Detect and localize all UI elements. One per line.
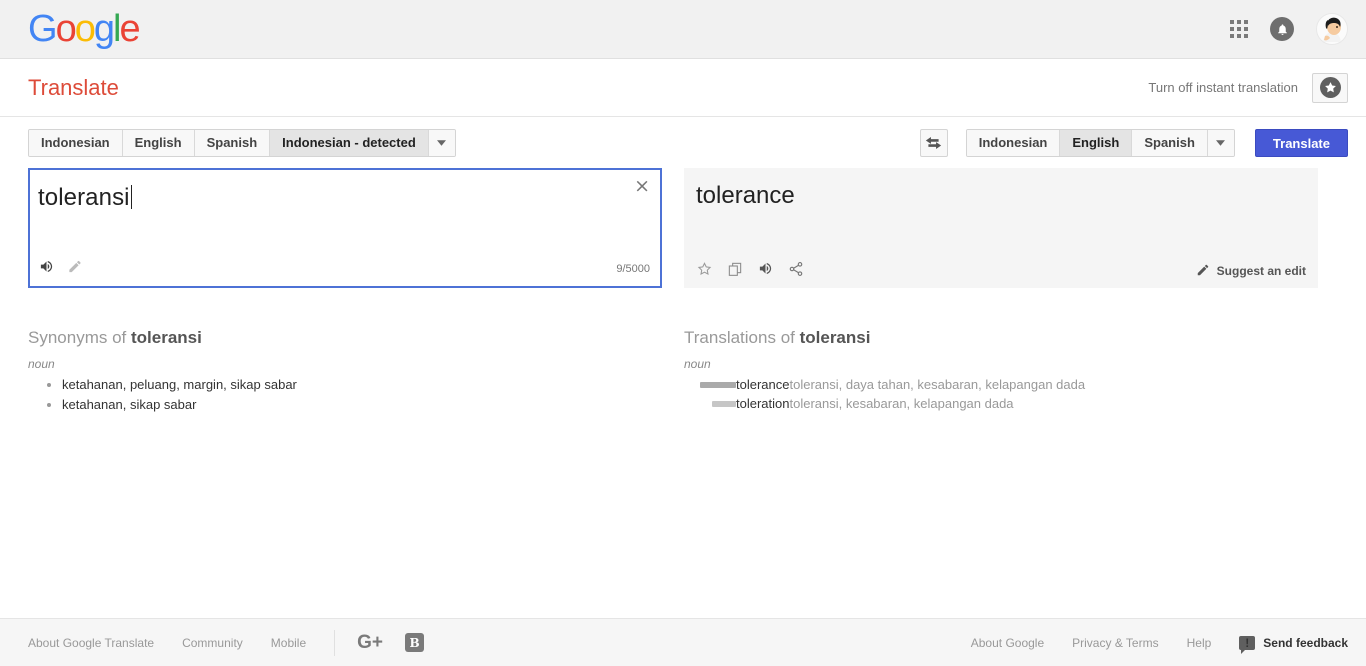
table-row[interactable]: tolerance toleransi, daya tahan, kesabar… <box>692 375 1085 394</box>
logo-letter-o1: o <box>56 10 75 48</box>
logo-letter-g: G <box>28 10 56 48</box>
footer-right-links: About Google Privacy & Terms Help ! Send… <box>971 636 1348 650</box>
swap-languages-icon <box>925 136 942 150</box>
user-avatar[interactable] <box>1316 13 1348 45</box>
speaker-icon[interactable] <box>757 261 774 281</box>
page-header: Translate Turn off instant translation <box>0 59 1366 117</box>
header-actions: Turn off instant translation <box>1148 73 1348 103</box>
translations-title-word: toleransi <box>800 328 871 347</box>
translations-part-of-speech: noun <box>684 357 1318 371</box>
share-icon[interactable] <box>788 261 804 282</box>
result-text-value: tolerance <box>684 168 1318 209</box>
top-bar: Google <box>0 0 1366 59</box>
translations-title-prefix: Translations of <box>684 328 800 347</box>
target-lang-spanish[interactable]: Spanish <box>1132 130 1208 156</box>
star-badge-icon <box>1320 77 1341 98</box>
source-lang-spanish[interactable]: Spanish <box>195 130 271 156</box>
star-badge-button[interactable] <box>1312 73 1348 103</box>
send-feedback-label: Send feedback <box>1263 636 1348 650</box>
target-lang-chevron-down-icon[interactable] <box>1208 130 1234 156</box>
frequency-bar-cell <box>692 394 736 413</box>
source-lang-chevron-down-icon[interactable] <box>429 130 455 156</box>
result-text-panel: tolerance <box>684 168 1318 288</box>
translation-word: toleration <box>736 394 789 413</box>
speaker-icon[interactable] <box>38 259 55 279</box>
page-footer: About Google Translate Community Mobile … <box>0 618 1366 666</box>
translation-meanings: toleransi, daya tahan, kesabaran, kelapa… <box>789 375 1085 394</box>
synonyms-list: ketahanan, peluang, margin, sikap sabar … <box>28 375 662 414</box>
footer-divider <box>334 630 335 656</box>
synonyms-title-word: toleransi <box>131 328 202 347</box>
translations-title: Translations of toleransi <box>684 328 1318 348</box>
frequency-bar <box>712 401 736 407</box>
suggest-edit-label: Suggest an edit <box>1217 264 1306 278</box>
instant-translation-label[interactable]: Turn off instant translation <box>1148 80 1298 95</box>
language-selector-row: Indonesian English Spanish Indonesian - … <box>0 117 1366 168</box>
source-lang-english[interactable]: English <box>123 130 195 156</box>
result-panel-icons <box>696 261 804 282</box>
logo-letter-o2: o <box>75 10 94 48</box>
swap-languages-button[interactable] <box>920 129 948 157</box>
copy-icon[interactable] <box>727 261 743 282</box>
table-row[interactable]: toleration toleransi, kesabaran, kelapan… <box>692 394 1085 413</box>
translation-panels: toleransi × 9/5000 tole <box>0 168 1366 288</box>
synonyms-part-of-speech: noun <box>28 357 662 371</box>
synonyms-title: Synonyms of toleransi <box>28 328 662 348</box>
text-cursor <box>131 185 132 209</box>
apps-grid-icon[interactable] <box>1230 20 1248 38</box>
blogger-icon[interactable]: B <box>405 633 424 652</box>
clear-source-button[interactable]: × <box>634 177 650 196</box>
source-text-panel[interactable]: toleransi × 9/5000 <box>28 168 662 288</box>
footer-link-help[interactable]: Help <box>1187 636 1212 650</box>
source-panel-icons <box>38 259 83 279</box>
source-lang-indonesian[interactable]: Indonesian <box>29 130 123 156</box>
source-lang-detected[interactable]: Indonesian - detected <box>270 130 429 156</box>
source-language-group: Indonesian English Spanish Indonesian - … <box>28 129 456 157</box>
footer-link-mobile[interactable]: Mobile <box>271 636 306 650</box>
target-lang-indonesian[interactable]: Indonesian <box>967 130 1061 156</box>
source-text-area[interactable]: toleransi <box>30 170 660 211</box>
send-feedback-button[interactable]: ! Send feedback <box>1239 636 1348 650</box>
list-item: ketahanan, peluang, margin, sikap sabar <box>62 375 662 395</box>
list-item: ketahanan, sikap sabar <box>62 395 662 415</box>
top-bar-actions <box>1230 13 1348 45</box>
translation-word: tolerance <box>736 375 789 394</box>
logo-letter-e: e <box>119 10 138 48</box>
footer-link-about-google-translate[interactable]: About Google Translate <box>28 636 154 650</box>
star-outline-icon[interactable] <box>696 261 713 282</box>
translation-meanings: toleransi, kesabaran, kelapangan dada <box>789 394 1085 413</box>
footer-link-community[interactable]: Community <box>182 636 243 650</box>
google-plus-icon[interactable]: G+ <box>357 633 383 652</box>
notification-bell-icon[interactable] <box>1270 17 1294 41</box>
footer-link-privacy-terms[interactable]: Privacy & Terms <box>1072 636 1158 650</box>
pencil-icon[interactable] <box>67 259 83 279</box>
page-title[interactable]: Translate <box>28 75 119 101</box>
translate-button[interactable]: Translate <box>1255 129 1348 157</box>
result-panel-footer: Suggest an edit <box>684 254 1318 288</box>
frequency-bar <box>700 382 736 388</box>
suggest-edit-button[interactable]: Suggest an edit <box>1196 263 1306 280</box>
translations-table: tolerance toleransi, daya tahan, kesabar… <box>692 375 1085 413</box>
target-lang-english[interactable]: English <box>1060 130 1132 156</box>
details-section: Synonyms of toleransi noun ketahanan, pe… <box>0 288 1366 414</box>
frequency-bar-cell <box>692 375 736 394</box>
logo-letter-g2: g <box>94 10 113 48</box>
footer-link-about-google[interactable]: About Google <box>971 636 1044 650</box>
footer-social-links: G+ B <box>357 633 424 652</box>
pencil-icon <box>1196 263 1210 280</box>
source-text-value: toleransi <box>38 184 130 211</box>
google-logo[interactable]: Google <box>28 10 139 48</box>
character-count: 9/5000 <box>616 263 650 275</box>
synonyms-title-prefix: Synonyms of <box>28 328 131 347</box>
source-panel-footer: 9/5000 <box>30 252 660 286</box>
translations-column: Translations of toleransi noun tolerance… <box>684 328 1318 413</box>
synonyms-column: Synonyms of toleransi noun ketahanan, pe… <box>28 328 662 414</box>
target-language-group: Indonesian English Spanish <box>966 129 1235 157</box>
feedback-bubble-icon: ! <box>1239 636 1255 650</box>
